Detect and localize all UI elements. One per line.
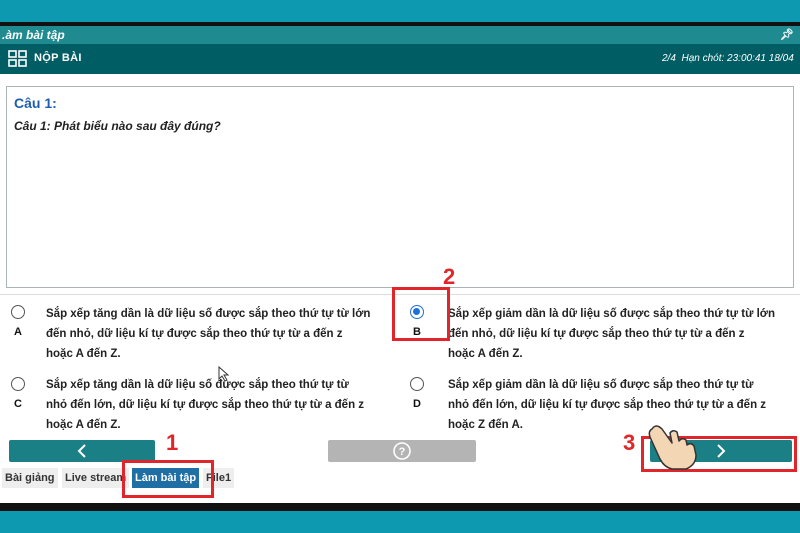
pointing-hand-icon bbox=[648, 425, 697, 470]
toolbar: NỘP BÀI 2/4 Hạn chót: 23:00:41 18/04 bbox=[0, 44, 800, 74]
annotation-box-1 bbox=[122, 460, 214, 498]
answer-option-d[interactable]: D Sắp xếp giảm dần là dữ liệu số được sắ… bbox=[403, 372, 793, 434]
answer-line: nhỏ đến lớn, dữ liệu kí tự được sắp theo… bbox=[46, 399, 365, 411]
answer-line: hoặc A đến Z. bbox=[448, 348, 523, 360]
answer-letter: C bbox=[14, 398, 22, 410]
answer-option-c[interactable]: C Sắp xếp tăng dần là dữ liệu số được sắ… bbox=[8, 372, 398, 434]
previous-question-button[interactable] bbox=[9, 440, 155, 462]
answer-line: Sắp xếp tăng dần là dữ liệu số được sắp … bbox=[46, 308, 371, 320]
bottom-frame-band bbox=[0, 511, 800, 533]
window-titlebar: .àm bài tập 📌︎ bbox=[0, 26, 800, 44]
exercise-window: .àm bài tập 📌︎ NỘP BÀI 2/4 Hạn chót: 23:… bbox=[0, 26, 800, 503]
answer-text: Sắp xếp giảm dần là dữ liệu số được sắp … bbox=[448, 375, 793, 435]
answer-letter: A bbox=[14, 326, 22, 338]
answer-line: Sắp xếp giảm dần là dữ liệu số được sắp … bbox=[448, 379, 754, 391]
answer-line: hoặc A đến Z. bbox=[46, 419, 121, 431]
answer-letter: D bbox=[413, 398, 421, 410]
answer-line: đến nhỏ, dữ liệu kí tự được sắp theo thứ… bbox=[46, 328, 343, 340]
answer-text: Sắp xếp tăng dần là dữ liệu số được sắp … bbox=[46, 375, 391, 435]
question-progress: 2/4 bbox=[662, 53, 676, 64]
answer-text: Sắp xếp giảm dần là dữ liệu số được sắp … bbox=[448, 304, 793, 364]
answer-option-b[interactable]: B Sắp xếp giảm dần là dữ liệu số được sắ… bbox=[403, 300, 793, 362]
answer-line: nhỏ đến lớn, dữ liệu kí tự được sắp theo… bbox=[448, 399, 767, 411]
question-number: Câu 1: bbox=[14, 95, 57, 111]
grid-icon[interactable] bbox=[8, 50, 28, 68]
answer-line: đến nhỏ, dữ liệu kí tự được sắp theo thứ… bbox=[448, 328, 745, 340]
deadline-text: Hạn chót: 23:00:41 18/04 bbox=[681, 53, 794, 64]
window-title: .àm bài tập bbox=[2, 28, 65, 42]
tab-live-stream[interactable]: Live stream bbox=[62, 468, 130, 488]
annotation-step-3: 3 bbox=[623, 430, 636, 455]
submit-button[interactable]: NỘP BÀI bbox=[34, 52, 82, 64]
answer-line: Sắp xếp giảm dần là dữ liệu số được sắp … bbox=[448, 308, 776, 320]
help-button[interactable]: ? bbox=[328, 440, 476, 462]
answer-line: hoặc Z đến A. bbox=[448, 419, 523, 431]
question-circle-icon: ? bbox=[393, 442, 411, 460]
radio-a[interactable] bbox=[11, 305, 25, 319]
bottom-frame-border bbox=[0, 503, 800, 511]
answer-text: Sắp xếp tăng dần là dữ liệu số được sắp … bbox=[46, 304, 391, 364]
annotation-step-2: 2 bbox=[443, 264, 456, 289]
question-panel: Câu 1: Câu 1: Phát biểu nào sau đây đúng… bbox=[6, 86, 794, 288]
pin-icon[interactable]: 📌︎ bbox=[780, 26, 794, 44]
chevron-left-icon bbox=[77, 444, 86, 458]
answer-option-a[interactable]: A Sắp xếp tăng dần là dữ liệu số được sắ… bbox=[8, 300, 398, 362]
radio-d[interactable] bbox=[410, 377, 424, 391]
radio-c[interactable] bbox=[11, 377, 25, 391]
question-text: Câu 1: Phát biểu nào sau đây đúng? bbox=[14, 119, 221, 133]
svg-text:?: ? bbox=[399, 446, 406, 458]
top-frame-band bbox=[0, 0, 800, 22]
tab-bai-giang[interactable]: Bài giảng bbox=[2, 468, 58, 488]
annotation-step-1: 1 bbox=[166, 430, 179, 455]
mouse-cursor-icon bbox=[218, 366, 230, 382]
annotation-box-2 bbox=[392, 287, 450, 341]
progress-deadline: 2/4 Hạn chót: 23:00:41 18/04 bbox=[662, 53, 794, 64]
answer-line: hoặc A đến Z. bbox=[46, 348, 121, 360]
